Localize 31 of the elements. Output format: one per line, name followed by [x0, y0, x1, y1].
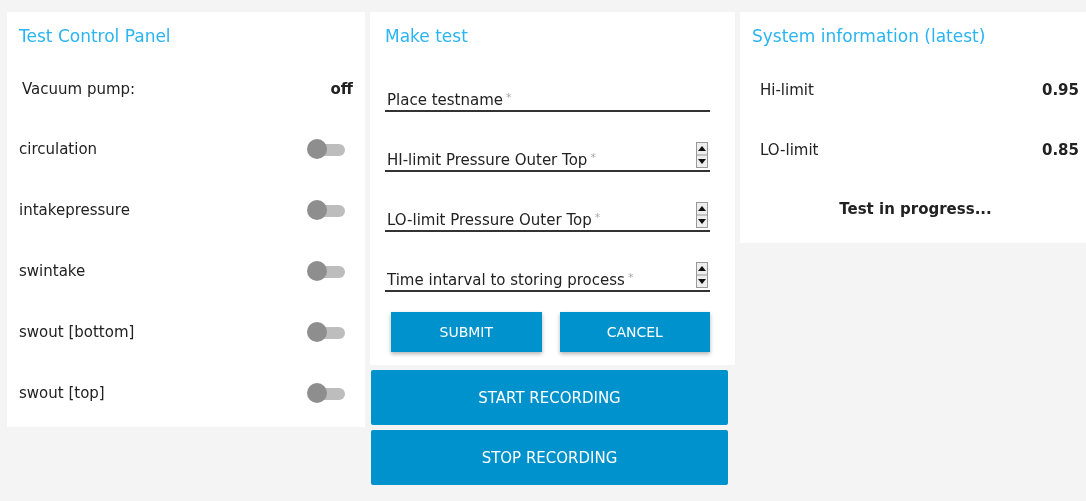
- spinner-icon[interactable]: [696, 142, 708, 168]
- info-label: LO-limit: [760, 141, 819, 159]
- spinner-icon[interactable]: [696, 262, 708, 288]
- info-value: 0.85: [1042, 141, 1079, 159]
- recording-button[interactable]: STOP RECORDING: [371, 430, 728, 485]
- input-field[interactable]: Place testname *: [385, 82, 710, 112]
- switch-label: swout [bottom]: [19, 322, 135, 341]
- toggle-switch[interactable]: [307, 381, 345, 404]
- status-label: Vacuum pump:: [22, 80, 136, 98]
- info-value: 0.95: [1042, 81, 1079, 99]
- toggle-switch[interactable]: [307, 259, 345, 282]
- switch-label: swintake: [19, 261, 86, 280]
- info-label: Hi-limit: [760, 81, 814, 99]
- switch-label: swout [top]: [19, 383, 105, 402]
- status-text: Test in progress...: [838, 200, 993, 218]
- input-field[interactable]: LO-limit Pressure Outer Top *: [385, 202, 710, 232]
- input-field[interactable]: HI-limit Pressure Outer Top *: [385, 142, 710, 172]
- toggle-switch[interactable]: [307, 198, 345, 221]
- switch-label: circulation: [19, 139, 98, 158]
- toggle-switch[interactable]: [307, 320, 345, 343]
- toggle-switch[interactable]: [307, 137, 345, 160]
- form-button[interactable]: CANCEL: [559, 312, 710, 352]
- recording-button[interactable]: START RECORDING: [371, 370, 728, 425]
- input-field[interactable]: Time intarval to storing process *: [385, 262, 710, 292]
- form-button[interactable]: SUBMIT: [391, 312, 542, 352]
- spinner-icon[interactable]: [696, 202, 708, 228]
- switch-label: intakepressure: [19, 200, 130, 219]
- panel-title: System information (latest): [752, 26, 986, 46]
- status-value: off: [330, 80, 353, 98]
- panel-title: Make test: [385, 26, 468, 46]
- panel-title: Test Control Panel: [19, 26, 171, 46]
